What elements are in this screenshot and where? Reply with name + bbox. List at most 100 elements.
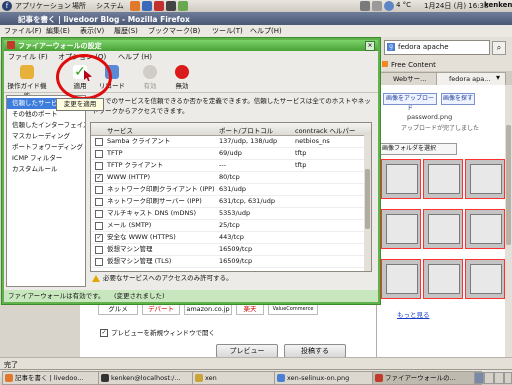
sidebar-item-trusted-interfaces[interactable]: 信頼したインターフェイス [7,120,85,131]
ff-menu-edit[interactable]: 編集(E) [46,26,70,36]
sidebar-item-port-forwarding[interactable]: ポートフォワーディング [7,142,85,153]
checkbox-unchecked-icon[interactable] [95,186,103,194]
checkbox-unchecked-icon[interactable] [95,210,103,218]
dialog-menu-file[interactable]: ファイル (F) [8,52,48,62]
table-row[interactable]: ✓ WWW (HTTP) 80/tcp [91,172,364,184]
shop-gourmet-link[interactable]: グルメ [98,303,138,315]
table-row[interactable]: ✓ 安全な WWW (HTTPS) 443/tcp [91,232,364,244]
more-images-link[interactable]: もっと見る [397,309,430,319]
ff-menu-history[interactable]: 履歴(S) [114,26,138,36]
image-thumbnail[interactable] [423,209,463,249]
panel-menu-system[interactable]: システム [96,1,124,11]
checkbox-unchecked-icon[interactable] [95,222,103,230]
search-icon[interactable]: ⌕ [492,41,506,55]
task-terminal[interactable]: kenken@localhost:/... [98,371,202,385]
table-row[interactable]: 仮想マシン管理 16509/tcp [91,244,364,256]
column-header-service[interactable]: サービス [107,125,133,135]
image-thumbnail[interactable] [465,159,505,199]
column-header-port[interactable]: ポート/プロトコル [219,125,273,135]
task-firefox[interactable]: 記事を書く | livedoo... [2,371,108,385]
tab-list-icon[interactable]: ▾ [496,73,500,82]
disable-button[interactable]: 無効 [166,63,198,91]
table-row[interactable]: TFTP 69/udp tftp [91,148,364,160]
ff-menu-help[interactable]: ヘルプ(H) [250,26,282,36]
table-scrollbar[interactable] [364,135,371,271]
sidebar-item-masquerading[interactable]: マスカレーディング [7,131,85,142]
mail-launcher-icon[interactable] [142,1,152,11]
service-port: 16509/tcp [219,257,253,265]
image-thumbnail[interactable] [423,159,463,199]
table-row[interactable]: メール (SMTP) 25/tcp [91,220,364,232]
image-thumbnail[interactable] [381,159,421,199]
search-engine-icon[interactable]: g [387,43,395,51]
close-icon[interactable]: × [365,41,375,51]
panel-user[interactable]: kenken [484,1,512,9]
ff-menu-tools[interactable]: ツール(T) [212,26,243,36]
wizard-button[interactable]: 操作ガイド機能 [6,63,48,100]
find-image-button[interactable]: 画像を探す [441,93,475,105]
dialog-menu-help[interactable]: ヘルプ (H) [118,52,152,62]
checkbox-checked-icon[interactable]: ✓ [95,174,103,182]
table-row[interactable]: 仮想マシン管理 (TLS) 16509/tcp [91,256,364,268]
image-thumbnail[interactable] [381,209,421,249]
panel-clock[interactable]: 1月24日 (月) 16:38 [424,1,488,11]
editor-launcher-icon[interactable] [178,1,188,11]
checkbox-unchecked-icon[interactable] [95,150,103,158]
shop-amazon-link[interactable]: amazon.co.jp [184,303,232,315]
checkbox-unchecked-icon[interactable] [95,258,103,266]
workspace-2[interactable] [484,372,494,384]
image-thumbnail[interactable] [465,209,505,249]
panel-menu-places[interactable]: 場所 [72,1,86,11]
image-thumbnail[interactable] [381,259,421,299]
panel-menu-applications[interactable]: アプリケーション [15,1,71,11]
tab-label: fedora apa... [449,75,491,83]
task-label: 記事を書く | livedoo... [15,374,84,382]
firefox-titlebar: 記事を書く | livedoor Blog - Mozilla Firefox [0,12,512,25]
web-scrollbar[interactable] [505,85,512,357]
bookmark-free-content[interactable]: Free Content [391,61,436,69]
column-header-helper[interactable]: conntrack ヘルパー [295,125,355,135]
image-thumbnail[interactable] [423,259,463,299]
table-row[interactable]: ネットワーク印刷クライアント (IPP) 631/udp [91,184,364,196]
checkbox-unchecked-icon[interactable] [95,162,103,170]
checkbox-unchecked-icon[interactable] [95,198,103,206]
apply-tooltip: 変更を適用 [56,98,104,111]
table-row[interactable]: マルチキャスト DNS (mDNS) 5353/udp [91,208,364,220]
shop-rakuten-link[interactable]: 楽天 [236,303,264,315]
search-input[interactable]: g fedora apache [384,40,490,55]
weather-icon [384,1,394,11]
terminal-launcher-icon[interactable] [166,1,176,11]
table-row[interactable]: TFTP クライアント --- tftp [91,160,364,172]
shop-valuecommerce-link[interactable]: ValueCommerce [268,303,318,315]
ff-menu-bookmarks[interactable]: ブックマーク(B) [148,26,200,36]
checkbox-unchecked-icon[interactable] [95,138,103,146]
table-row[interactable]: ネットワーク印刷サーバー (IPP) 631/tcp, 631/udp [91,196,364,208]
folder-icon [195,374,203,382]
task-firewall-config[interactable]: ファイアーウォールの... [372,371,482,385]
task-xen-folder[interactable]: xen [192,371,284,385]
image-folder-select[interactable]: 画像フォルダを選択 [379,143,457,155]
ff-menu-file[interactable]: ファイル(F) [4,26,42,36]
ff-menu-view[interactable]: 表示(V) [80,26,104,36]
workspace-3[interactable] [494,372,504,384]
app-launcher-icon[interactable] [154,1,164,11]
task-image-viewer[interactable]: xen-selinux-on.png [274,371,382,385]
submit-post-button[interactable]: 投稿する [284,344,346,358]
fedora-logo-icon[interactable]: f [2,1,12,11]
preview-new-window-checkbox[interactable]: ✓ プレビューを新規ウィンドウで開く [100,327,215,337]
sidebar-item-custom-rules[interactable]: カスタムルール [7,164,85,175]
workspace-1[interactable] [474,372,484,384]
checkbox-unchecked-icon[interactable] [95,246,103,254]
upload-image-button[interactable]: 画像をアップロード [383,93,437,112]
firefox-launcher-icon[interactable] [130,1,140,11]
image-thumbnail[interactable] [465,259,505,299]
workspace-4[interactable] [504,372,512,384]
preview-button[interactable]: プレビュー [216,344,278,358]
network-icon[interactable] [360,1,370,11]
checkbox-checked-icon[interactable]: ✓ [95,234,103,242]
enable-button[interactable]: 有効 [134,63,166,91]
table-row[interactable]: Samba クライアント 137/udp, 138/udp netbios_ns [91,136,364,148]
volume-icon[interactable] [372,1,382,11]
shop-department-link[interactable]: デパート [142,303,180,315]
sidebar-item-icmp-filter[interactable]: ICMP フィルター [7,153,85,164]
